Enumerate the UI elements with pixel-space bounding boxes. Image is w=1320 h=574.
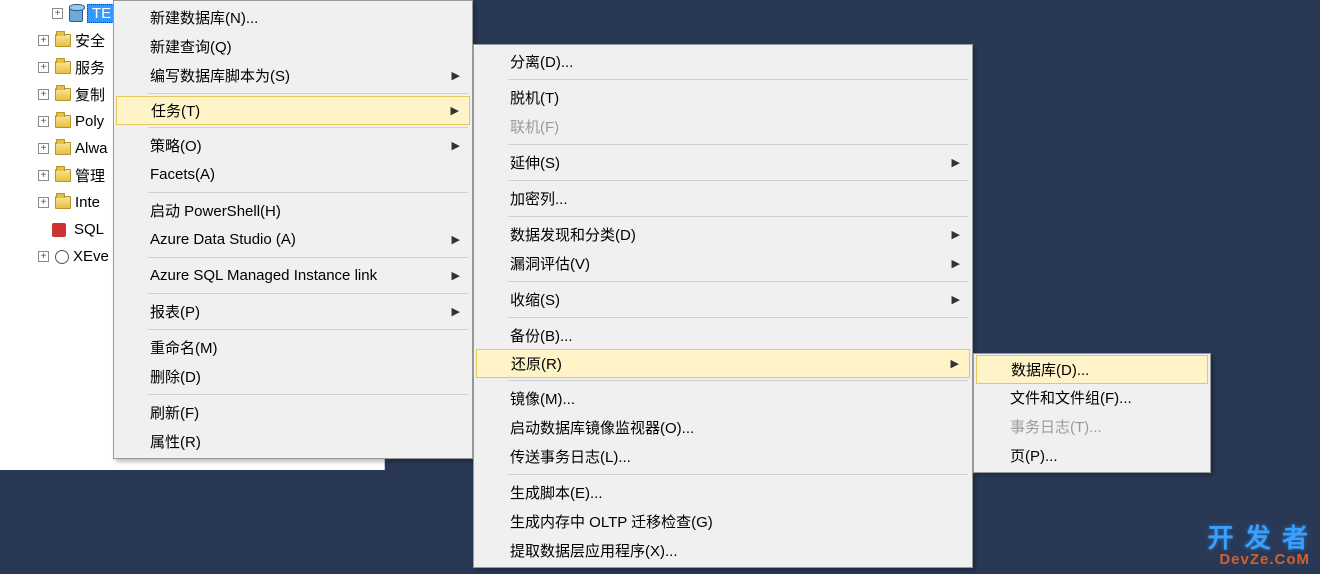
- submenu-arrow-icon: ▶: [452, 139, 460, 152]
- menu-launch-mirror-monitor[interactable]: 启动数据库镜像监视器(O)...: [476, 413, 970, 442]
- menu-tasks[interactable]: 任务(T)▶: [116, 96, 470, 125]
- menu-rename[interactable]: 重命名(M): [116, 333, 470, 362]
- sql-agent-icon: [52, 223, 66, 237]
- submenu-arrow-icon: ▶: [452, 305, 460, 318]
- submenu-arrow-icon: ▶: [451, 104, 459, 117]
- menu-separator: [148, 257, 468, 258]
- tree-label: Poly: [75, 113, 104, 130]
- menu-restore-database[interactable]: 数据库(D)...: [976, 355, 1208, 384]
- menu-offline[interactable]: 脱机(T): [476, 83, 970, 112]
- tree-label: 安全: [75, 30, 105, 51]
- submenu-tasks: 分离(D)... 脱机(T) 联机(F) 延伸(S)▶ 加密列... 数据发现和…: [473, 44, 973, 568]
- tree-label: 管理: [75, 165, 105, 186]
- submenu-arrow-icon: ▶: [951, 357, 959, 370]
- expand-icon[interactable]: +: [38, 35, 49, 46]
- menu-shrink[interactable]: 收缩(S)▶: [476, 285, 970, 314]
- watermark-bottom: DevZe.CoM: [1208, 552, 1310, 568]
- menu-extract-data-tier[interactable]: 提取数据层应用程序(X)...: [476, 536, 970, 565]
- expand-icon[interactable]: +: [38, 62, 49, 73]
- menu-azure-data-studio[interactable]: Azure Data Studio (A)▶: [116, 225, 470, 254]
- submenu-arrow-icon: ▶: [452, 69, 460, 82]
- menu-azure-managed-instance[interactable]: Azure SQL Managed Instance link▶: [116, 261, 470, 290]
- expand-icon[interactable]: +: [38, 89, 49, 100]
- menu-separator: [508, 216, 968, 217]
- menu-separator: [148, 93, 468, 94]
- menu-new-query[interactable]: 新建查询(Q): [116, 32, 470, 61]
- folder-icon: [55, 88, 71, 101]
- menu-reports[interactable]: 报表(P)▶: [116, 297, 470, 326]
- menu-online: 联机(F): [476, 112, 970, 141]
- tree-label: 复制: [75, 84, 105, 105]
- folder-icon: [55, 196, 71, 209]
- menu-separator: [508, 281, 968, 282]
- submenu-restore: 数据库(D)... 文件和文件组(F)... 事务日志(T)... 页(P)..…: [973, 353, 1211, 473]
- folder-icon: [55, 142, 71, 155]
- menu-separator: [148, 394, 468, 395]
- menu-separator: [508, 474, 968, 475]
- menu-detach[interactable]: 分离(D)...: [476, 47, 970, 76]
- database-icon: [69, 6, 83, 22]
- menu-mirror[interactable]: 镜像(M)...: [476, 384, 970, 413]
- submenu-arrow-icon: ▶: [452, 233, 460, 246]
- menu-oltp-migration[interactable]: 生成内存中 OLTP 迁移检查(G): [476, 507, 970, 536]
- menu-separator: [508, 380, 968, 381]
- menu-encrypt-columns[interactable]: 加密列...: [476, 184, 970, 213]
- submenu-arrow-icon: ▶: [952, 257, 960, 270]
- expand-icon[interactable]: +: [38, 251, 49, 262]
- tree-label: Alwa: [75, 140, 108, 157]
- menu-vulnerability[interactable]: 漏洞评估(V)▶: [476, 249, 970, 278]
- submenu-arrow-icon: ▶: [952, 293, 960, 306]
- expand-icon[interactable]: +: [38, 197, 49, 208]
- xevent-icon: [55, 250, 69, 264]
- expand-icon[interactable]: +: [38, 170, 49, 181]
- submenu-arrow-icon: ▶: [452, 269, 460, 282]
- context-menu-database: 新建数据库(N)... 新建查询(Q) 编写数据库脚本为(S)▶ 任务(T)▶ …: [113, 0, 473, 459]
- menu-facets[interactable]: Facets(A): [116, 160, 470, 189]
- folder-icon: [55, 169, 71, 182]
- submenu-arrow-icon: ▶: [952, 156, 960, 169]
- menu-restore-files[interactable]: 文件和文件组(F)...: [976, 383, 1208, 412]
- menu-restore-page[interactable]: 页(P)...: [976, 441, 1208, 470]
- menu-separator: [148, 329, 468, 330]
- tree-label: XEve: [73, 248, 109, 265]
- tree-label: Inte: [75, 194, 100, 211]
- folder-icon: [55, 115, 71, 128]
- menu-refresh[interactable]: 刷新(F): [116, 398, 470, 427]
- menu-restore-txlog: 事务日志(T)...: [976, 412, 1208, 441]
- menu-script-as[interactable]: 编写数据库脚本为(S)▶: [116, 61, 470, 90]
- menu-ship-log[interactable]: 传送事务日志(L)...: [476, 442, 970, 471]
- submenu-arrow-icon: ▶: [952, 228, 960, 241]
- menu-separator: [148, 127, 468, 128]
- menu-new-database[interactable]: 新建数据库(N)...: [116, 3, 470, 32]
- menu-generate-scripts[interactable]: 生成脚本(E)...: [476, 478, 970, 507]
- menu-separator: [508, 317, 968, 318]
- menu-separator: [508, 144, 968, 145]
- menu-separator: [148, 293, 468, 294]
- folder-icon: [55, 61, 71, 74]
- menu-separator: [508, 79, 968, 80]
- tree-label: 服务: [75, 57, 105, 78]
- menu-policy[interactable]: 策略(O)▶: [116, 131, 470, 160]
- menu-powershell[interactable]: 启动 PowerShell(H): [116, 196, 470, 225]
- watermark-top: 开 发 者: [1208, 525, 1310, 552]
- expand-icon[interactable]: +: [52, 8, 63, 19]
- menu-properties[interactable]: 属性(R): [116, 427, 470, 456]
- menu-data-discovery[interactable]: 数据发现和分类(D)▶: [476, 220, 970, 249]
- menu-restore[interactable]: 还原(R)▶: [476, 349, 970, 378]
- expand-icon[interactable]: +: [38, 116, 49, 127]
- menu-separator: [148, 192, 468, 193]
- menu-backup[interactable]: 备份(B)...: [476, 321, 970, 350]
- selected-db-label[interactable]: TE: [87, 4, 116, 23]
- tree-label: SQL: [74, 221, 104, 238]
- menu-separator: [508, 180, 968, 181]
- folder-icon: [55, 34, 71, 47]
- expand-icon[interactable]: +: [38, 143, 49, 154]
- watermark: 开 发 者 DevZe.CoM: [1208, 525, 1310, 568]
- menu-delete[interactable]: 删除(D): [116, 362, 470, 391]
- menu-stretch[interactable]: 延伸(S)▶: [476, 148, 970, 177]
